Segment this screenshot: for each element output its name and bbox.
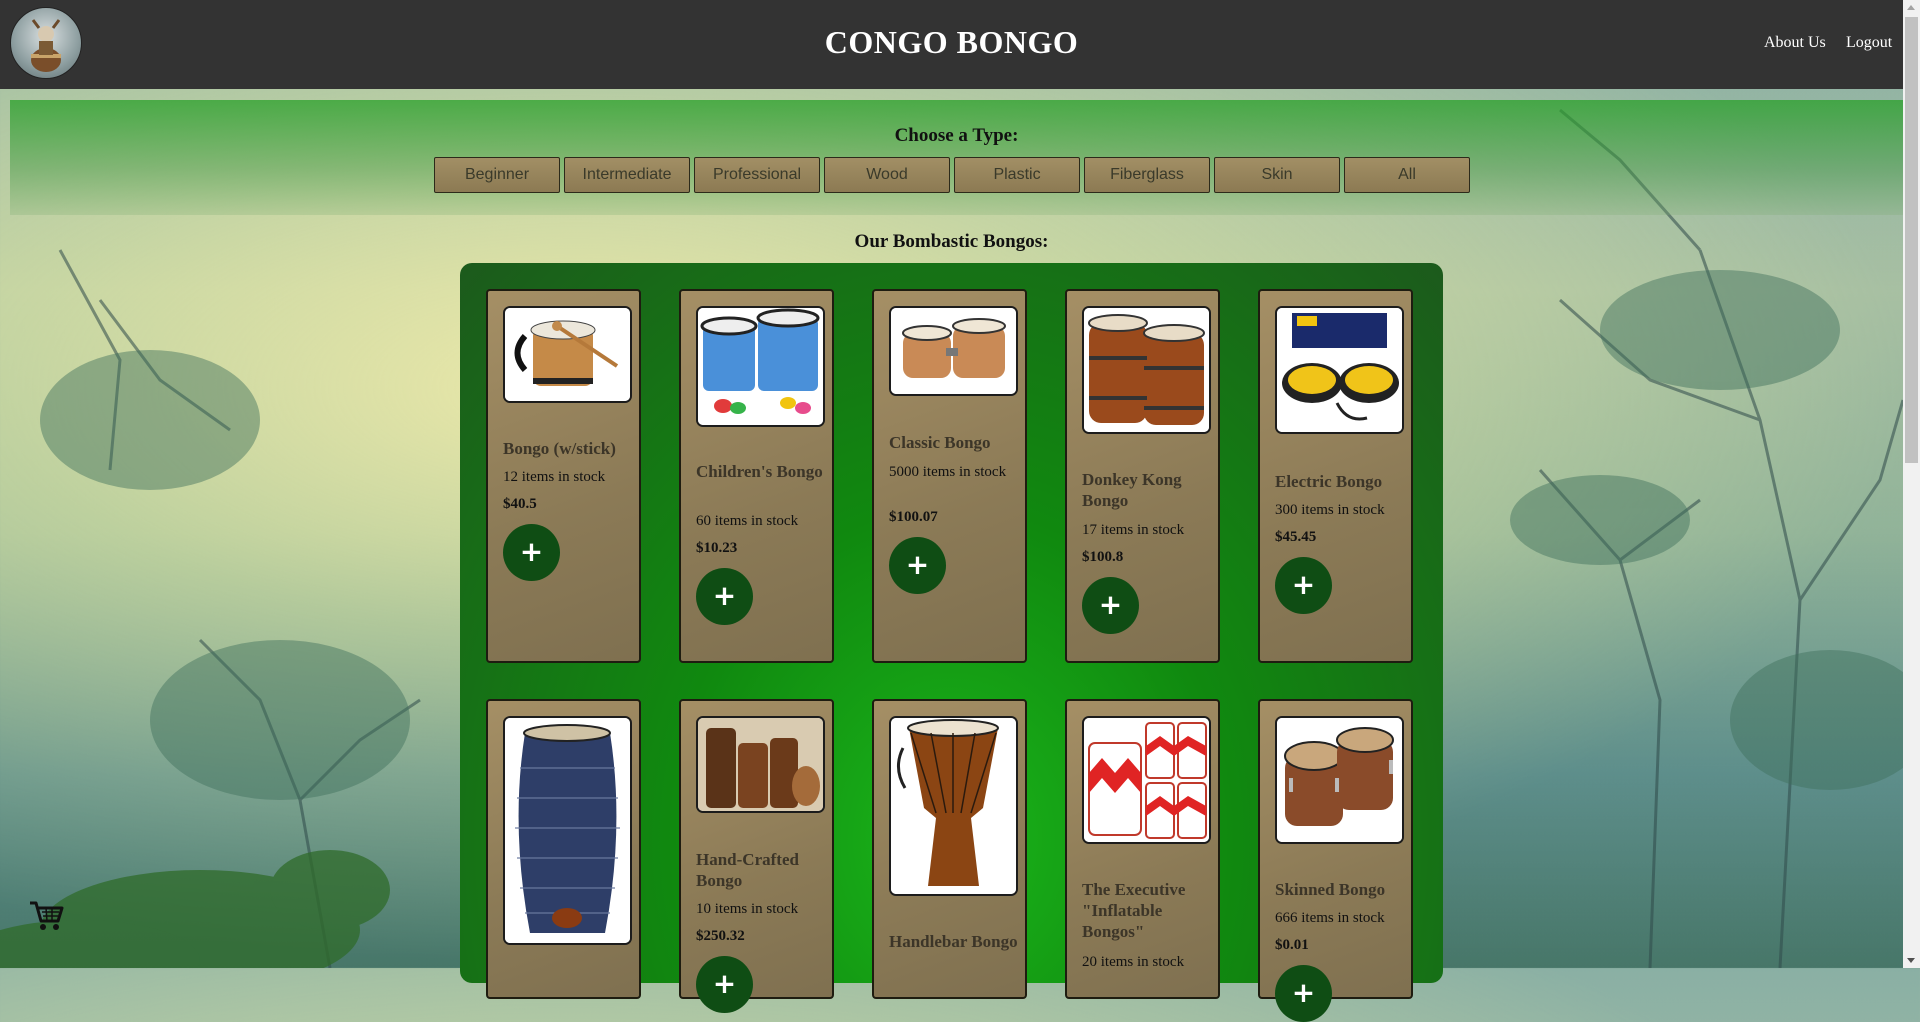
product-stock: 5000 items in stock	[889, 464, 1007, 480]
product-grid: Bongo (w/stick) 12 items in stock $40.5 …	[460, 263, 1443, 1022]
product-stock: 666 items in stock	[1275, 910, 1385, 926]
product-name: Hand-Crafted Bongo	[696, 850, 799, 890]
product-stock: 12 items in stock	[503, 469, 606, 485]
product-image[interactable]	[889, 306, 1018, 396]
product-name: Electric Bongo	[1275, 472, 1383, 491]
product-card: Classic Bongo 5000 items in stock $100.0…	[872, 289, 1027, 663]
product-name: The Executive "Inflatable Bongos"	[1082, 880, 1186, 941]
product-card: The Executive "Inflatable Bongos" 20 ite…	[1065, 699, 1220, 999]
filter-beginner-button[interactable]: Beginner	[434, 157, 560, 193]
product-card: Hand-Crafted Bongo 10 items in stock $25…	[679, 699, 834, 1013]
product-stock: 60 items in stock	[696, 513, 799, 529]
add-to-cart-button[interactable]: +	[1275, 557, 1332, 614]
product-price: $250.32	[696, 928, 745, 944]
scroll-down-arrow-icon[interactable]	[1907, 958, 1915, 963]
product-price: $10.23	[696, 540, 738, 556]
logout-link[interactable]: Logout	[1846, 34, 1892, 52]
catalog-heading: Our Bombastic Bongos:	[854, 231, 1049, 252]
scroll-thumb[interactable]	[1905, 17, 1918, 463]
product-card: Children's Bongo 60 items in stock $10.2…	[679, 289, 834, 663]
product-image[interactable]	[1082, 716, 1211, 844]
product-stock: 10 items in stock	[696, 901, 799, 917]
product-image[interactable]	[1275, 716, 1404, 844]
add-to-cart-button[interactable]: +	[696, 956, 753, 1013]
product-image[interactable]	[696, 306, 825, 427]
filter-all-button[interactable]: All	[1344, 157, 1470, 193]
product-price: $0.01	[1275, 937, 1309, 953]
product-card: Skinned Bongo 666 items in stock $0.01 +	[1258, 699, 1413, 1022]
filter-intermediate-button[interactable]: Intermediate	[564, 157, 690, 193]
product-card: Donkey Kong Bongo 17 items in stock $100…	[1065, 289, 1220, 663]
filter-wood-button[interactable]: Wood	[824, 157, 950, 193]
product-price: $40.5	[503, 496, 537, 512]
site-title: CONGO BONGO	[824, 24, 1079, 60]
product-image[interactable]	[889, 716, 1018, 896]
product-name: Handlebar Bongo	[889, 932, 1018, 951]
product-name: Bongo (w/stick)	[503, 439, 616, 458]
product-image[interactable]	[1275, 306, 1404, 434]
add-to-cart-button[interactable]: +	[889, 537, 946, 594]
product-card	[486, 699, 641, 999]
product-name: Children's Bongo	[696, 462, 823, 481]
product-stock: 300 items in stock	[1275, 502, 1385, 518]
product-name: Skinned Bongo	[1275, 880, 1386, 899]
product-image[interactable]	[1082, 306, 1211, 434]
type-filter-panel: Choose a Type: Beginner Intermediate Pro…	[10, 100, 1903, 215]
top-navigation-bar: CONGO BONGO About Us Logout	[0, 0, 1920, 89]
product-card: Electric Bongo 300 items in stock $45.45…	[1258, 289, 1413, 663]
filter-fiberglass-button[interactable]: Fiberglass	[1084, 157, 1210, 193]
product-price: $100.07	[889, 509, 938, 525]
add-to-cart-button[interactable]: +	[1082, 577, 1139, 634]
product-image[interactable]	[503, 716, 632, 945]
scroll-up-arrow-icon[interactable]	[1907, 5, 1915, 10]
product-image[interactable]	[503, 306, 632, 403]
type-filter-heading: Choose a Type:	[894, 125, 1019, 146]
about-us-link[interactable]: About Us	[1764, 34, 1826, 52]
filter-professional-button[interactable]: Professional	[694, 157, 820, 193]
product-image[interactable]	[696, 716, 825, 813]
add-to-cart-button[interactable]: +	[503, 524, 560, 581]
shopping-cart-icon[interactable]	[28, 899, 64, 938]
product-price: $45.45	[1275, 529, 1317, 545]
filter-skin-button[interactable]: Skin	[1214, 157, 1340, 193]
product-stock: 17 items in stock	[1082, 522, 1185, 538]
add-to-cart-button[interactable]: +	[1275, 965, 1332, 1022]
filter-plastic-button[interactable]: Plastic	[954, 157, 1080, 193]
product-price: $100.8	[1082, 549, 1124, 565]
product-card: Handlebar Bongo	[872, 699, 1027, 999]
product-stock: 20 items in stock	[1082, 954, 1185, 970]
product-card: Bongo (w/stick) 12 items in stock $40.5 …	[486, 289, 641, 663]
page-scrollbar[interactable]	[1903, 0, 1920, 968]
product-name: Donkey Kong Bongo	[1082, 470, 1182, 510]
add-to-cart-button[interactable]: +	[696, 568, 753, 625]
product-name: Classic Bongo	[889, 433, 991, 452]
